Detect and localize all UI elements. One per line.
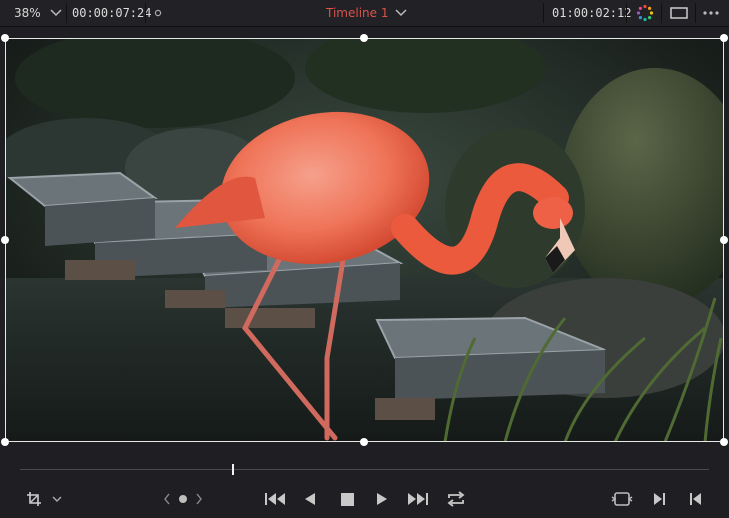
play-reverse-icon[interactable]: [300, 488, 320, 510]
skip-to-end-icon[interactable]: [405, 488, 431, 510]
match-frame-icon[interactable]: [610, 488, 634, 510]
viewer-layout-icon[interactable]: [670, 0, 688, 26]
source-timecode[interactable]: 00:00:07:24: [72, 0, 151, 26]
viewer-frame-image[interactable]: [5, 38, 724, 442]
timeline-name[interactable]: Timeline 1: [326, 0, 388, 26]
viewer-top-bar: 38% 00:00:07:24 Timeline 1 01:00:02:12: [0, 0, 729, 27]
mark-in-icon[interactable]: [650, 488, 668, 510]
zoom-value: 38%: [14, 6, 41, 20]
transform-tool-icon[interactable]: [24, 488, 44, 510]
transform-handle-right[interactable]: [720, 236, 728, 244]
clip-dot-icon[interactable]: [176, 488, 190, 510]
stop-icon[interactable]: [337, 488, 357, 510]
zoom-level[interactable]: 38%: [14, 0, 41, 26]
transform-handle-top-left[interactable]: [1, 34, 9, 42]
loop-icon[interactable]: [444, 488, 468, 510]
scrubber-track[interactable]: [20, 469, 709, 470]
skip-to-start-icon[interactable]: [262, 488, 288, 510]
playhead[interactable]: [232, 464, 234, 475]
timeline-dropdown-icon[interactable]: [395, 0, 407, 26]
transform-menu-icon[interactable]: [50, 488, 64, 510]
zoom-dropdown-icon[interactable]: [50, 0, 62, 26]
prev-clip-icon[interactable]: [160, 488, 174, 510]
color-wheel-icon[interactable]: [636, 0, 654, 26]
viewer-options-icon[interactable]: [153, 0, 163, 26]
more-options-icon[interactable]: [702, 0, 720, 26]
transform-handle-top[interactable]: [360, 34, 368, 42]
transform-handle-top-right[interactable]: [720, 34, 728, 42]
play-icon[interactable]: [372, 488, 392, 510]
mark-out-icon[interactable]: [686, 488, 704, 510]
transform-handle-left[interactable]: [1, 236, 9, 244]
transform-handle-bottom-left[interactable]: [1, 438, 9, 446]
next-clip-icon[interactable]: [192, 488, 206, 510]
record-timecode[interactable]: 01:00:02:12: [552, 0, 631, 26]
transform-handle-bottom-right[interactable]: [720, 438, 728, 446]
transform-handle-bottom[interactable]: [360, 438, 368, 446]
